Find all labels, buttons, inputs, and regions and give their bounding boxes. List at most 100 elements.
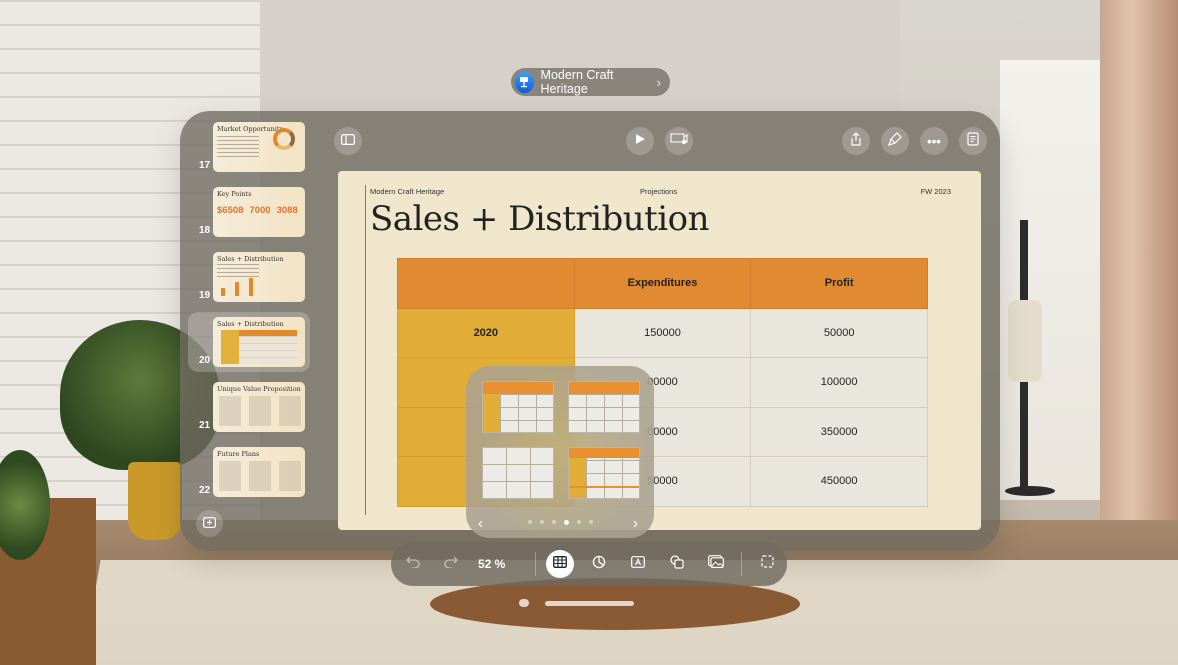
slide-number: 22 [199, 485, 211, 496]
page-dot-current[interactable] [564, 519, 569, 525]
slide-heading[interactable]: Sales + Distribution [370, 199, 710, 239]
slide-thumbnail-17[interactable]: 17 Market Opportunity [188, 117, 310, 177]
slide-thumbnail-20[interactable]: 20 Sales + Distribution [188, 312, 310, 372]
slide-preview: Sales + Distribution [213, 252, 305, 302]
tote-bag [1008, 300, 1042, 382]
slide-thumbnail-22[interactable]: 22 Future Plans [188, 442, 310, 502]
chevron-right-icon: › [656, 74, 661, 90]
chart-icon [592, 555, 606, 574]
slide-preview: Sales + Distribution [213, 317, 305, 367]
text-columns [217, 461, 301, 491]
toolbar-divider [535, 552, 536, 576]
page-dot[interactable] [528, 520, 532, 524]
more-button[interactable]: ••• [920, 127, 948, 155]
slide-preview-title: Market Opportunity [217, 125, 284, 133]
play-button[interactable] [626, 127, 654, 155]
add-slide-icon [203, 515, 216, 533]
toolbar-divider [741, 552, 742, 576]
table-row-header-cell[interactable]: 2020 [397, 307, 575, 358]
coat-rack-base [1005, 486, 1055, 496]
slide-preview-title: Key Points [217, 190, 252, 198]
slide-header-right[interactable]: FW 2023 [921, 187, 951, 196]
table-cell[interactable]: 350000 [750, 406, 928, 457]
format-button[interactable] [881, 127, 909, 155]
plant-pot [128, 462, 182, 540]
slide-thumbnail-19[interactable]: 19 Sales + Distribution [188, 247, 310, 307]
slide-preview-title: Sales + Distribution [217, 255, 284, 263]
table-style-plain[interactable] [482, 447, 554, 499]
photo-icon [708, 555, 724, 573]
slide-number: 18 [199, 225, 211, 236]
shape-button[interactable] [663, 550, 691, 578]
redo-icon [444, 555, 458, 573]
table-header-cell[interactable]: Profit [750, 258, 928, 309]
bar-chart-preview [221, 278, 253, 296]
table-button[interactable] [546, 550, 574, 578]
document-title-pill[interactable]: Modern Craft Heritage › [511, 68, 670, 96]
text-box-button[interactable] [624, 550, 652, 578]
slide-divider-line [365, 185, 366, 515]
page-dot[interactable] [589, 520, 593, 524]
text-box-icon [631, 555, 645, 573]
slide-preview: Unique Value Proposition [213, 382, 305, 432]
slide-animation-button[interactable] [665, 127, 693, 155]
table-cell[interactable]: 150000 [573, 307, 752, 358]
close-dot[interactable] [519, 599, 529, 607]
table-style-header-row-column[interactable] [482, 381, 554, 433]
shape-icon [670, 554, 684, 574]
share-icon [850, 131, 862, 151]
add-slide-button[interactable] [196, 510, 223, 537]
table-cell[interactable]: 100000 [750, 357, 928, 408]
slide-header-center[interactable]: Projections [640, 187, 677, 196]
share-button[interactable] [842, 127, 870, 155]
bottom-toolbar: 52 % [391, 542, 787, 586]
page-indicator[interactable] [528, 519, 593, 525]
window-bar[interactable] [545, 601, 634, 606]
selection-button[interactable] [753, 550, 781, 578]
keynote-app-icon [515, 71, 534, 93]
slide-number: 19 [199, 290, 211, 301]
redo-button[interactable] [437, 550, 465, 578]
slide-thumbnail-21[interactable]: 21 Unique Value Proposition [188, 377, 310, 437]
text-lines [217, 136, 259, 158]
key-figure: $6508 [217, 205, 244, 216]
table-style-popover: ‹ › [466, 366, 654, 538]
table-icon [553, 555, 567, 573]
donut-chart-preview [273, 128, 295, 150]
table-row: 2020 150000 50000 [397, 307, 928, 358]
slide-preview-title: Future Plans [217, 450, 260, 458]
presenter-notes-button[interactable] [959, 127, 987, 155]
table-cell[interactable]: 50000 [750, 307, 928, 358]
slide-preview-title: Unique Value Proposition [217, 385, 301, 393]
slide-number: 20 [199, 355, 211, 366]
page-dot[interactable] [540, 520, 544, 524]
table-header-cell[interactable] [397, 258, 575, 309]
sidebar-toggle-button[interactable] [334, 127, 362, 155]
zoom-level[interactable]: 52 % [478, 557, 505, 571]
slide-canvas[interactable]: Modern Craft Heritage Projections FW 202… [338, 171, 981, 530]
paintbrush-icon [888, 131, 902, 151]
selection-icon [760, 555, 774, 573]
slide-header-left[interactable]: Modern Craft Heritage [370, 187, 444, 196]
table-cell[interactable]: 450000 [750, 456, 928, 507]
ellipsis-icon: ••• [927, 133, 941, 149]
table-style-header-row[interactable] [568, 381, 640, 433]
page-dot[interactable] [552, 520, 556, 524]
key-figure: 7000 [249, 205, 271, 216]
text-lines [217, 264, 259, 278]
previous-page-button[interactable]: ‹ [478, 515, 483, 532]
slide-preview: Key Points $6508 7000 3088 [213, 187, 305, 237]
undo-button[interactable] [399, 550, 427, 578]
next-page-button[interactable]: › [633, 515, 638, 532]
slide-number: 17 [199, 160, 211, 171]
slide-thumbnail-18[interactable]: 18 Key Points $6508 7000 3088 [188, 182, 310, 242]
sidebar-icon [341, 132, 356, 150]
slide-number: 21 [199, 420, 211, 431]
window-grabber[interactable] [519, 599, 634, 607]
table-header-cell[interactable]: Expenditures [573, 258, 752, 309]
table-style-header-footer[interactable] [568, 447, 640, 499]
media-button[interactable] [702, 550, 730, 578]
page-dot[interactable] [577, 520, 581, 524]
chart-button[interactable] [585, 550, 613, 578]
play-icon [635, 132, 646, 150]
